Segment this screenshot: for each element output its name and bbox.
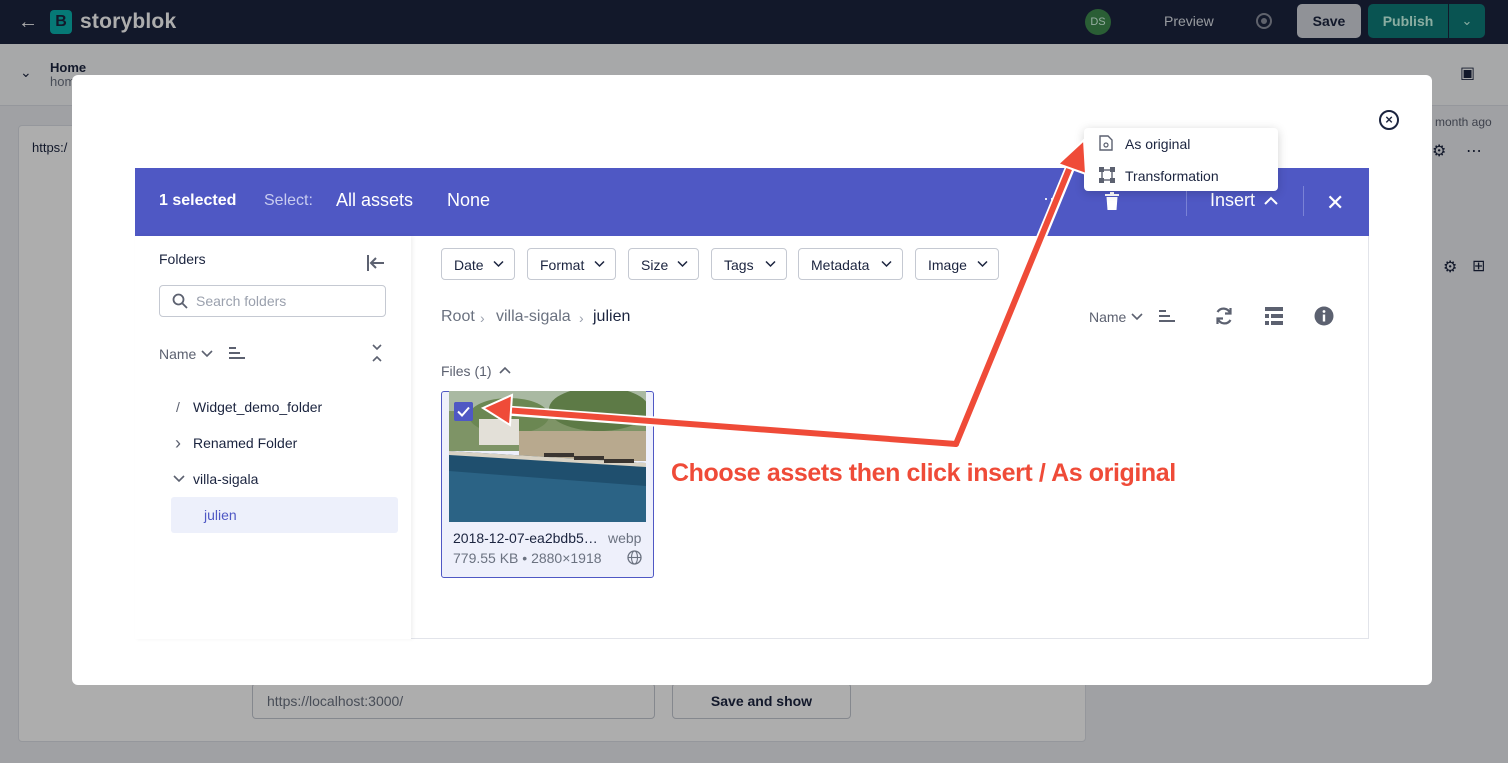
filter-label: Tags (724, 257, 754, 273)
chevron-right-icon[interactable]: › (175, 433, 181, 454)
sort-order-icon[interactable] (228, 346, 246, 360)
filter-date[interactable]: Date (441, 248, 515, 280)
chevron-down-icon[interactable] (201, 348, 213, 358)
folders-title: Folders (159, 251, 206, 267)
chevron-down-icon (594, 260, 605, 268)
chevron-down-icon (881, 260, 892, 268)
filter-image[interactable]: Image (915, 248, 999, 280)
breadcrumb-root[interactable]: Root (441, 308, 475, 326)
insert-button[interactable]: Insert (1210, 190, 1255, 211)
annotation-text: Choose assets then click insert / As ori… (671, 459, 1176, 487)
filter-label: Size (641, 257, 669, 273)
modal-close-icon[interactable]: × (1379, 110, 1399, 130)
chevron-down-icon[interactable] (1131, 312, 1143, 322)
selected-count: 1 selected (159, 192, 237, 209)
asset-filename: 2018-12-07-ea2bdb5e... (453, 530, 603, 546)
more-actions-icon[interactable]: ·· (1043, 188, 1055, 209)
chevron-down-icon (977, 260, 988, 268)
select-none-button[interactable]: None (447, 190, 490, 211)
folder-sort-select[interactable]: Name (159, 346, 196, 362)
select-all-button[interactable]: All assets (336, 190, 413, 211)
filter-tags[interactable]: Tags (711, 248, 787, 280)
transform-icon (1099, 167, 1115, 183)
asset-format: webp (608, 530, 642, 546)
filter-label: Date (454, 257, 484, 273)
list-view-icon[interactable] (1265, 307, 1283, 325)
folder-item-label: julien (204, 507, 237, 523)
chevron-down-icon (677, 260, 688, 268)
folder-slash-icon: / (176, 399, 180, 415)
filter-size[interactable]: Size (628, 248, 699, 280)
close-picker-icon[interactable]: ✕ (1326, 190, 1344, 216)
asset-sort-select[interactable]: Name (1089, 309, 1126, 325)
filter-label: Metadata (811, 257, 870, 273)
asset-checkbox[interactable] (454, 402, 473, 421)
filter-label: Format (540, 257, 585, 273)
refresh-icon[interactable] (1214, 306, 1234, 326)
filter-label: Image (928, 257, 967, 273)
header-divider (1303, 186, 1304, 216)
collapse-panel-icon[interactable] (366, 254, 386, 272)
menu-item-as-original[interactable]: As original (1125, 136, 1190, 152)
select-label: Select: (264, 192, 313, 209)
files-section-label[interactable]: Files (1) (441, 363, 492, 379)
sort-order-icon[interactable] (1158, 309, 1176, 323)
chevron-down-icon[interactable] (173, 474, 185, 484)
chevron-up-icon[interactable] (499, 366, 511, 375)
info-icon[interactable] (1314, 306, 1334, 326)
search-icon (172, 293, 188, 309)
breadcrumb-current: julien (593, 308, 631, 325)
menu-item-transformation[interactable]: Transformation (1125, 168, 1219, 184)
file-icon (1099, 135, 1113, 151)
folder-item[interactable]: Widget_demo_folder (193, 399, 322, 415)
folder-item[interactable]: villa-sigala (193, 471, 258, 487)
filter-format[interactable]: Format (527, 248, 616, 280)
chevron-down-icon (493, 260, 504, 268)
chevron-down-icon (765, 260, 776, 268)
collapse-all-icon[interactable] (371, 344, 383, 362)
filter-metadata[interactable]: Metadata (798, 248, 903, 280)
asset-thumbnail[interactable] (449, 391, 646, 522)
asset-size-dimensions: 779.55 KB • 2880×1918 (453, 550, 602, 566)
folder-item[interactable]: Renamed Folder (193, 435, 297, 451)
trash-icon[interactable] (1104, 192, 1120, 210)
breadcrumb-separator-icon: › (480, 310, 485, 326)
globe-icon (627, 550, 642, 565)
breadcrumb-folder[interactable]: villa-sigala (496, 308, 571, 326)
breadcrumb-separator-icon: › (579, 310, 584, 326)
search-placeholder: Search folders (196, 293, 287, 309)
chevron-up-icon[interactable] (1264, 196, 1278, 206)
